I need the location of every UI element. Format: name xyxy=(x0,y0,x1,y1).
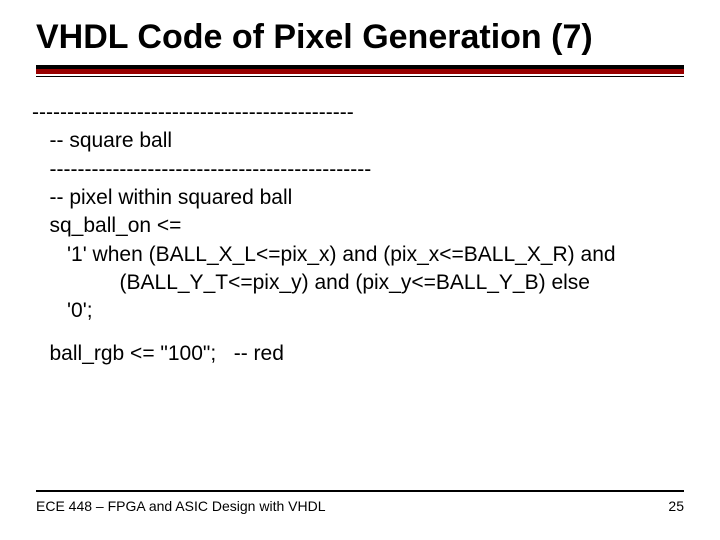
code-line: (BALL_Y_T<=pix_y) and (pix_y<=BALL_Y_B) … xyxy=(32,269,684,297)
footer-rule xyxy=(36,490,684,492)
blank-line xyxy=(32,326,684,340)
page-number: 25 xyxy=(668,498,684,514)
code-line: ----------------------------------------… xyxy=(32,99,684,127)
footer-left: ECE 448 – FPGA and ASIC Design with VHDL xyxy=(36,498,325,514)
footer: ECE 448 – FPGA and ASIC Design with VHDL… xyxy=(0,490,720,514)
slide-title: VHDL Code of Pixel Generation (7) xyxy=(0,0,720,65)
footer-row: ECE 448 – FPGA and ASIC Design with VHDL… xyxy=(36,498,684,514)
code-line: ball_rgb <= "100"; -- red xyxy=(32,340,684,368)
code-line: ----------------------------------------… xyxy=(32,156,684,184)
slide: VHDL Code of Pixel Generation (7) ------… xyxy=(0,0,720,540)
code-line: -- pixel within squared ball xyxy=(32,184,684,212)
code-line: -- square ball xyxy=(32,127,684,155)
code-line: '1' when (BALL_X_L<=pix_x) and (pix_x<=B… xyxy=(32,241,684,269)
title-rule-red xyxy=(36,69,684,74)
code-line: '0'; xyxy=(32,297,684,325)
code-block: ----------------------------------------… xyxy=(0,77,720,368)
code-line: sq_ball_on <= xyxy=(32,212,684,240)
